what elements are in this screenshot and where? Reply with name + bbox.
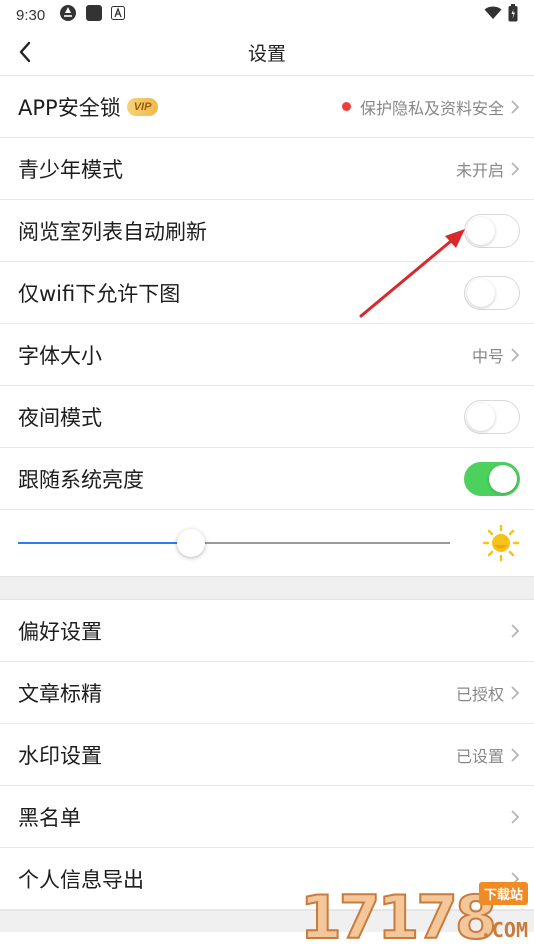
setting-auto-refresh: 阅览室列表自动刷新 [0, 200, 534, 262]
setting-font-size[interactable]: 字体大小 中号 [0, 324, 534, 386]
status-time: 9:30 [16, 6, 46, 24]
back-arrow-icon[interactable] [14, 40, 38, 64]
page-title: 设置 [247, 43, 286, 65]
setting-value: 中号 [471, 346, 504, 366]
chevron-right-icon [511, 99, 520, 114]
setting-label: 夜间模式 [18, 405, 102, 430]
brightness-slider[interactable] [18, 529, 450, 557]
watermark-suffix: .COM [479, 918, 528, 942]
setting-label: 偏好设置 [18, 619, 102, 644]
setting-label: 青少年模式 [18, 157, 123, 182]
setting-value: 保护隐私及资料安全 [359, 98, 504, 118]
setting-label: 字体大小 [18, 343, 102, 368]
status-bar: 9:30 [0, 0, 534, 30]
brightness-slider-row [0, 510, 534, 576]
setting-youth-mode[interactable]: 青少年模式 未开启 [0, 138, 534, 200]
setting-follow-brightness: 跟随系统亮度 [0, 448, 534, 510]
setting-label: 水印设置 [18, 743, 102, 768]
night-mode-toggle[interactable] [464, 399, 520, 434]
chevron-right-icon [511, 161, 520, 176]
brightness-slider-fill [18, 542, 191, 544]
watermark-badge: 下载站 [478, 882, 528, 905]
auto-refresh-toggle[interactable] [464, 213, 520, 248]
chevron-right-icon [511, 347, 520, 362]
setting-label: 文章标精 [18, 681, 102, 706]
setting-app-lock[interactable]: APP安全锁 VIP 保护隐私及资料安全 [0, 76, 534, 138]
setting-preferences[interactable]: 偏好设置 [0, 600, 534, 662]
aperture-icon [59, 4, 77, 26]
setting-label: APP安全锁 [18, 95, 121, 120]
site-watermark-logo: 17178 下载站 .COM [299, 878, 530, 950]
a-notification-icon [111, 6, 126, 24]
navigation-bar: 设置 [0, 30, 534, 76]
follow-brightness-toggle[interactable] [464, 461, 520, 496]
chevron-right-icon [511, 623, 520, 638]
setting-label: 个人信息导出 [18, 867, 144, 892]
square-icon [85, 4, 103, 26]
section-divider [0, 576, 534, 600]
wifi-images-toggle[interactable] [464, 275, 520, 310]
chevron-right-icon [511, 747, 520, 762]
setting-wifi-images: 仅wifi下允许下图 [0, 262, 534, 324]
setting-value: 已授权 [455, 684, 504, 704]
chevron-right-icon [511, 685, 520, 700]
brightness-slider-thumb[interactable] [177, 529, 205, 557]
vip-badge: VIP [126, 97, 159, 116]
watermark-digits: 17178 [299, 883, 498, 950]
setting-value: 已设置 [455, 746, 504, 766]
setting-value: 未开启 [455, 160, 504, 180]
red-dot-indicator [341, 102, 351, 111]
wifi-icon [484, 6, 502, 24]
setting-watermark[interactable]: 水印设置 已设置 [0, 724, 534, 786]
setting-label: 跟随系统亮度 [18, 467, 144, 492]
setting-night-mode: 夜间模式 [0, 386, 534, 448]
setting-label: 仅wifi下允许下图 [18, 281, 181, 306]
setting-label: 阅览室列表自动刷新 [18, 219, 207, 244]
chevron-right-icon [511, 809, 520, 824]
sun-icon [482, 524, 520, 562]
battery-icon [508, 4, 518, 26]
setting-article-mark[interactable]: 文章标精 已授权 [0, 662, 534, 724]
setting-blacklist[interactable]: 黑名单 [0, 786, 534, 848]
setting-label: 黑名单 [18, 805, 81, 830]
